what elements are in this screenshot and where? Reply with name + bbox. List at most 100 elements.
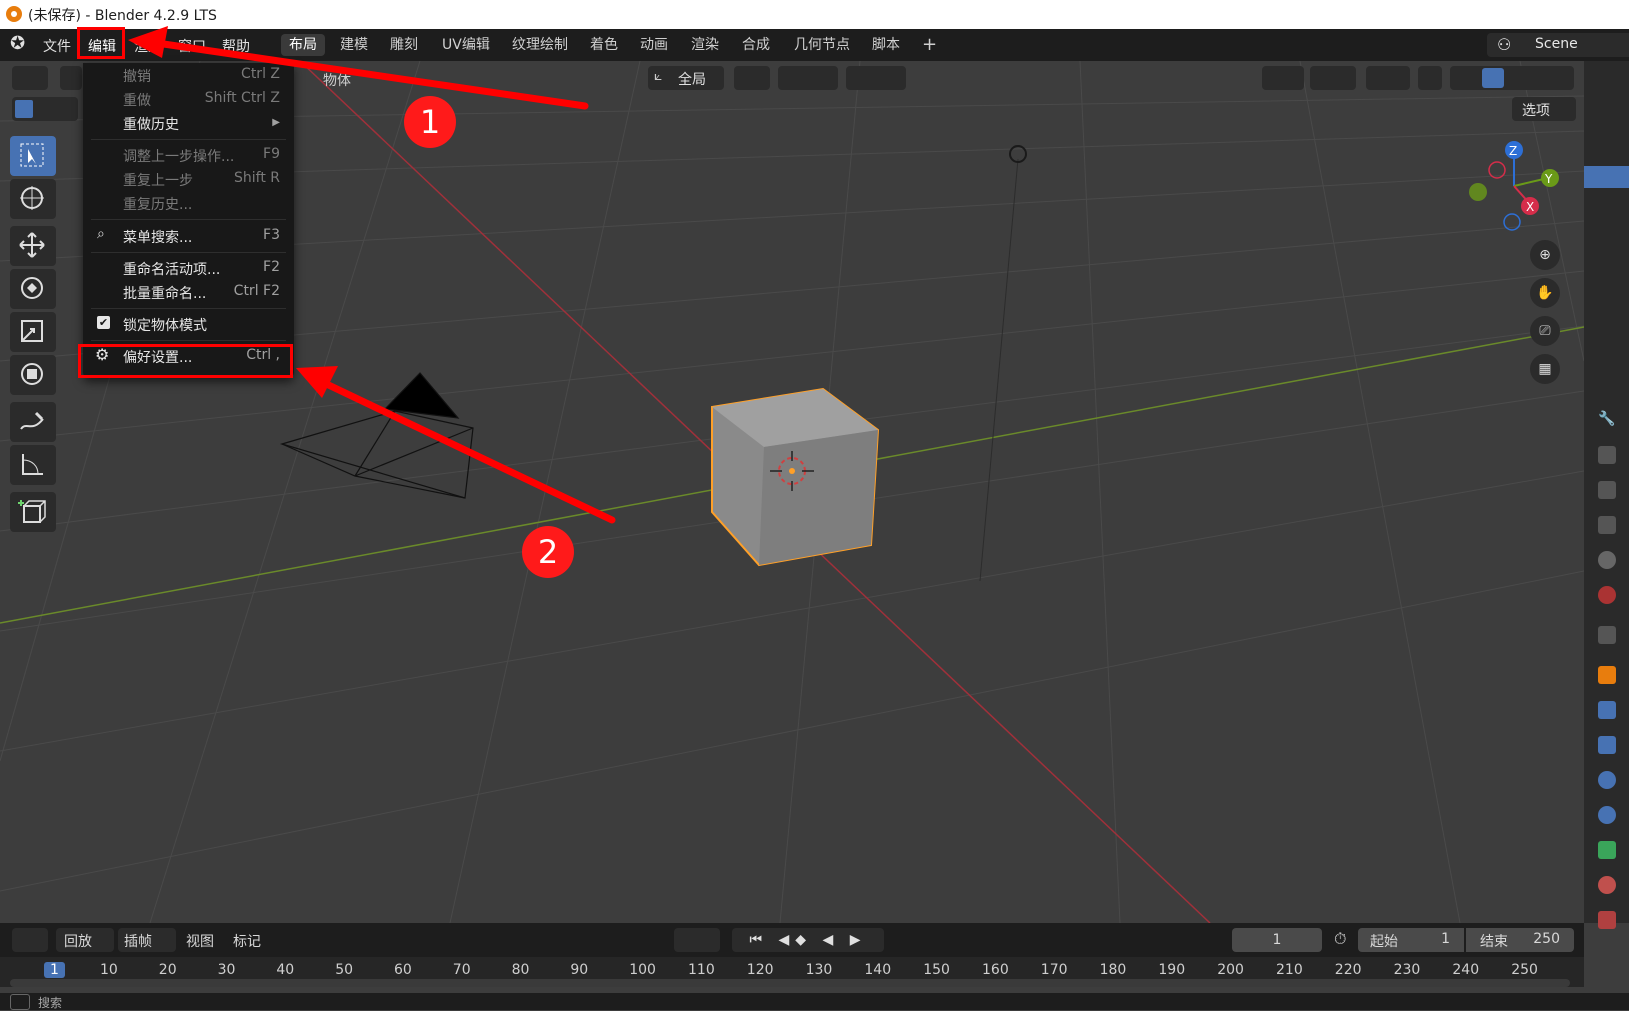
tab-animation[interactable]: 动画 [632,34,676,56]
editor-type-button[interactable] [12,66,48,90]
menu-help[interactable]: 帮助 [222,36,250,56]
scene-name: Scene [1535,36,1578,52]
end-frame-field[interactable]: 结束 250 [1466,928,1574,952]
menu-redo[interactable]: 重做 Shift Ctrl Z [83,87,294,111]
scale-tool[interactable] [10,312,56,352]
constraints-properties-icon[interactable] [1598,806,1616,824]
physics-properties-icon[interactable] [1598,771,1616,789]
object-menu[interactable]: 物体 [323,70,351,90]
shading-mode-buttons[interactable] [1450,66,1574,90]
current-frame-field[interactable]: 1 [1232,928,1322,952]
add-cube-icon [18,500,46,523]
menu-render[interactable]: 渲染 [134,36,162,56]
render-properties-icon[interactable] [1598,446,1616,464]
menu-undo[interactable]: 撤销 Ctrl Z [83,63,294,87]
view-layer-properties-icon[interactable] [1598,516,1616,534]
tab-modeling[interactable]: 建模 [332,34,376,56]
menu-undo-history[interactable]: 重做历史 ▶ [83,111,294,135]
pivot-point-button[interactable] [734,66,770,90]
tab-layout[interactable]: 布局 [281,34,325,56]
proportional-edit-button[interactable] [846,66,906,90]
zoom-icon[interactable]: ⊕ [1530,240,1560,270]
timeline-scrollbar[interactable] [10,979,1570,987]
output-properties-icon[interactable] [1598,481,1616,499]
move-tool[interactable] [10,226,56,266]
menu-repeat-history[interactable]: 重复历史... [83,191,294,215]
tab-geometry-nodes[interactable]: 几何节点 [786,34,858,56]
texture-properties-icon[interactable] [1598,911,1616,929]
navigation-gizmo[interactable]: Z Y X [1462,136,1562,236]
playback-menu[interactable]: 回放 [56,928,114,952]
keying-menu[interactable]: 插帧 [118,928,176,952]
measure-tool[interactable] [10,445,56,485]
timeline-editor-type-button[interactable] [12,928,48,952]
checkbox-checked-icon[interactable]: ✔ [97,316,110,329]
gizmo-toggle-button[interactable] [1310,66,1356,90]
transform-orientation-dropdown[interactable]: ⟀ 全局 [648,66,724,90]
rotate-tool[interactable] [10,269,56,309]
blender-menu-icon[interactable]: ✪ [10,33,25,54]
top-bar: ✪ 文件 编辑 渲染 窗口 帮助 布局 建模 雕刻 UV编辑 纹理绘制 着色 动… [0,29,1629,61]
collection-properties-icon[interactable] [1598,626,1616,644]
add-workspace-button[interactable]: + [914,34,945,56]
menu-batch-rename[interactable]: 批量重命名... Ctrl F2 [83,280,294,304]
batch-rename-label: 批量重命名... [123,286,207,302]
keying-label: 插帧 [124,934,152,950]
cursor-tool[interactable] [10,179,56,219]
outliner-selected-row[interactable] [1584,166,1629,188]
menu-window[interactable]: 窗口 [178,36,206,56]
scene-properties-icon[interactable] [1598,551,1616,569]
tab-shading[interactable]: 着色 [582,34,626,56]
default-cube [711,387,880,567]
timeline-tick-label: 190 [1158,962,1186,978]
select-new-icon[interactable] [15,100,33,118]
gizmo-z-label: Z [1509,144,1517,158]
timeline-marker-menu[interactable]: 标记 [233,931,261,951]
overlay-toggle-button[interactable] [1366,66,1410,90]
tab-compositing[interactable]: 合成 [734,34,778,56]
transform-tool[interactable] [10,355,56,395]
snap-button[interactable] [778,66,838,90]
highlight-edit-menu [77,27,125,59]
pan-hand-icon[interactable]: ✋ [1530,278,1560,308]
tool-properties-icon[interactable]: 🔧 [1598,411,1616,429]
menu-search[interactable]: ⌕ 菜单搜索... F3 [83,224,294,248]
menu-lock-object-modes[interactable]: ✔ 锁定物体模式 [83,312,294,336]
tab-rendering[interactable]: 渲染 [683,34,727,56]
select-box-tool[interactable] [10,136,56,176]
select-mode-buttons[interactable] [12,97,78,121]
options-dropdown[interactable]: 选项 [1512,97,1576,121]
material-properties-icon[interactable] [1598,876,1616,894]
particles-properties-icon[interactable] [1598,736,1616,754]
camera-view-icon[interactable]: ⎚ [1530,316,1560,346]
menu-rename-active[interactable]: 重命名活动项... F2 [83,256,294,280]
add-cube-tool[interactable] [10,492,56,532]
rename-active-label: 重命名活动项... [123,262,221,278]
timeline-view-menu[interactable]: 视图 [186,931,214,951]
tab-texture-paint[interactable]: 纹理绘制 [504,34,576,56]
annotate-tool[interactable] [10,402,56,442]
tab-scripting[interactable]: 脚本 [864,34,908,56]
tab-uv-editing[interactable]: UV编辑 [434,34,498,56]
auto-keying-button[interactable] [674,928,720,952]
world-properties-icon[interactable] [1598,586,1616,604]
start-frame-field[interactable]: 起始 1 [1358,928,1464,952]
xray-toggle-button[interactable] [1418,66,1442,90]
menu-repeat-last[interactable]: 重复上一步 Shift R [83,167,294,191]
timeline-tick-label: 100 [629,962,656,978]
menu-adjust-last[interactable]: 调整上一步操作... F9 [83,143,294,167]
menu-file[interactable]: 文件 [43,36,71,56]
mode-selector-button[interactable] [60,66,82,90]
modifier-properties-icon[interactable] [1598,701,1616,719]
cursor-icon [20,186,44,210]
data-properties-icon[interactable] [1598,841,1616,859]
visibility-button[interactable] [1262,66,1304,90]
solid-shading-icon[interactable] [1482,68,1504,88]
menu-search-shortcut: F3 [263,227,280,243]
perspective-toggle-icon[interactable]: ▦ [1530,354,1560,384]
playback-controls[interactable]: ⏮ ◀◆ ◀ ▶ ◆▶ ⏭ [732,928,884,972]
tab-sculpting[interactable]: 雕刻 [382,34,426,56]
object-properties-icon[interactable] [1598,666,1616,684]
scene-selector[interactable]: ⚇ Scene [1487,33,1629,57]
stopwatch-icon[interactable]: ⏱ [1334,929,1346,949]
